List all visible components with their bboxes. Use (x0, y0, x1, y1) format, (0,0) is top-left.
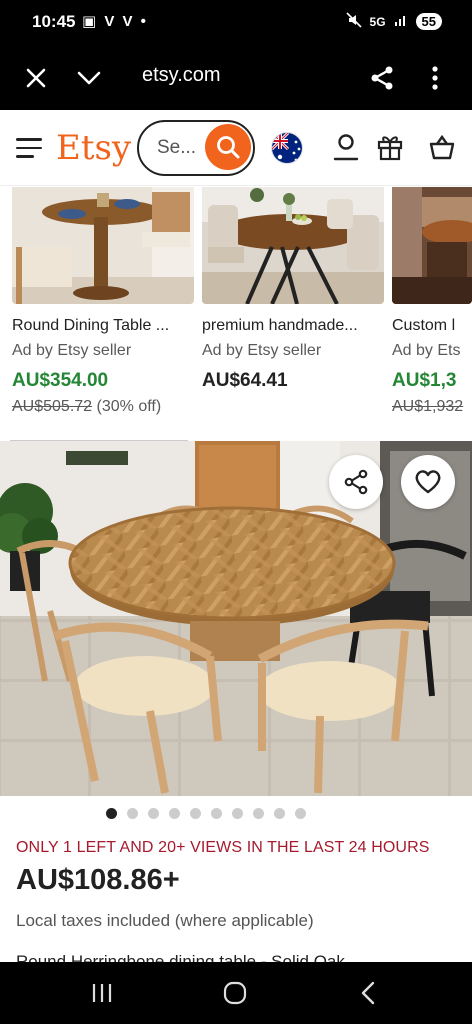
search-input[interactable]: Se... (157, 137, 196, 159)
etsy-header: Etsy Se... (0, 110, 472, 186)
ad-price: AU$1,3 (392, 370, 457, 391)
battery-badge: 55 (415, 13, 442, 30)
minimize-button[interactable] (69, 58, 109, 98)
listing-main-image[interactable] (0, 441, 472, 796)
status-bar: 10:45 ▣ V V • 5G 55 (0, 0, 472, 46)
ad-title[interactable]: Round Dining Table ... (12, 317, 194, 335)
recent-apps-button[interactable] (82, 976, 122, 1010)
more-vertical-icon (432, 66, 438, 90)
ad-seller-label: Ad by Etsy seller (12, 342, 132, 359)
share-icon (371, 66, 393, 90)
ad-image[interactable] (12, 187, 194, 304)
search-box[interactable]: Se... (137, 120, 255, 176)
mute-icon (345, 12, 362, 31)
ad-carousel[interactable]: Round Dining Table ... Ad by Etsy seller… (0, 187, 472, 437)
ad-original-price-row: AU$1,932 (392, 398, 472, 416)
ad-original-price: AU$505.72 (12, 398, 93, 415)
ad-original-price-row: AU$505.72 (30% off) (12, 398, 194, 416)
ad-card[interactable]: Custom l Ad by Ets AU$1,3 AU$1,932 (392, 187, 472, 416)
pagination-dot[interactable] (211, 808, 222, 819)
heart-icon (415, 470, 441, 494)
back-button[interactable] (348, 976, 388, 1010)
region-flag-icon[interactable] (271, 132, 303, 164)
pagination-dot[interactable] (274, 808, 285, 819)
listing-title: Round Herringbone dining table - Solid O… (16, 952, 345, 962)
tax-note: Local taxes included (where applicable) (16, 911, 314, 930)
status-time: 10:45 (32, 12, 76, 31)
listing-price: AU$108.86+ (16, 864, 180, 896)
close-icon (26, 68, 46, 88)
notification-icons: ▣ V V • (82, 13, 148, 30)
search-icon (217, 136, 240, 159)
ad-image[interactable] (392, 187, 472, 304)
ad-discount: (30% off) (96, 398, 162, 415)
network-label: 5G (369, 14, 386, 29)
etsy-logo[interactable]: Etsy (56, 128, 131, 168)
pagination-dot[interactable] (169, 808, 180, 819)
ad-card[interactable]: Round Dining Table ... Ad by Etsy seller… (12, 187, 194, 416)
account-icon[interactable] (331, 132, 361, 162)
home-button[interactable] (215, 976, 255, 1010)
scarcity-message: ONLY 1 LEFT AND 20+ VIEWS IN THE LAST 24… (16, 839, 430, 856)
pagination-dot[interactable] (295, 808, 306, 819)
ad-card[interactable]: premium handmade... Ad by Etsy seller AU… (202, 187, 384, 392)
url-text[interactable]: etsy.com (142, 64, 221, 87)
menu-icon[interactable] (16, 138, 42, 160)
home-icon (223, 981, 247, 1005)
share-page-button[interactable] (362, 58, 402, 98)
chevron-down-icon (77, 71, 101, 85)
favorite-button[interactable] (401, 455, 455, 509)
close-tab-button[interactable] (16, 58, 56, 98)
recents-icon (92, 984, 112, 1002)
pagination-dot[interactable] (253, 808, 264, 819)
image-pagination-dots[interactable] (0, 808, 472, 819)
share-listing-button[interactable] (329, 455, 383, 509)
browser-toolbar: etsy.com (0, 46, 472, 110)
pagination-dot[interactable] (127, 808, 138, 819)
ad-seller-label: Ad by Ets (392, 342, 461, 359)
search-button[interactable] (205, 124, 251, 170)
signal-icon (394, 13, 408, 30)
cart-icon[interactable] (427, 132, 457, 162)
gift-icon[interactable] (375, 132, 405, 162)
ad-seller-label: Ad by Etsy seller (202, 342, 322, 359)
pagination-dot[interactable] (148, 808, 159, 819)
ad-price: AU$354.00 (12, 370, 109, 391)
more-menu-button[interactable] (415, 58, 455, 98)
ad-title[interactable]: Custom l (392, 317, 472, 335)
pagination-dot[interactable] (232, 808, 243, 819)
ad-price: AU$64.41 (202, 370, 288, 391)
system-nav-bar (0, 962, 472, 1024)
status-right-icons: 5G 55 (345, 12, 442, 31)
pagination-dot[interactable] (106, 808, 117, 819)
ad-original-price: AU$1,932 (392, 398, 464, 415)
ad-image[interactable] (202, 187, 384, 304)
back-chevron-icon (361, 981, 375, 1005)
share-icon (344, 469, 368, 495)
pagination-dot[interactable] (190, 808, 201, 819)
ad-title[interactable]: premium handmade... (202, 317, 384, 335)
